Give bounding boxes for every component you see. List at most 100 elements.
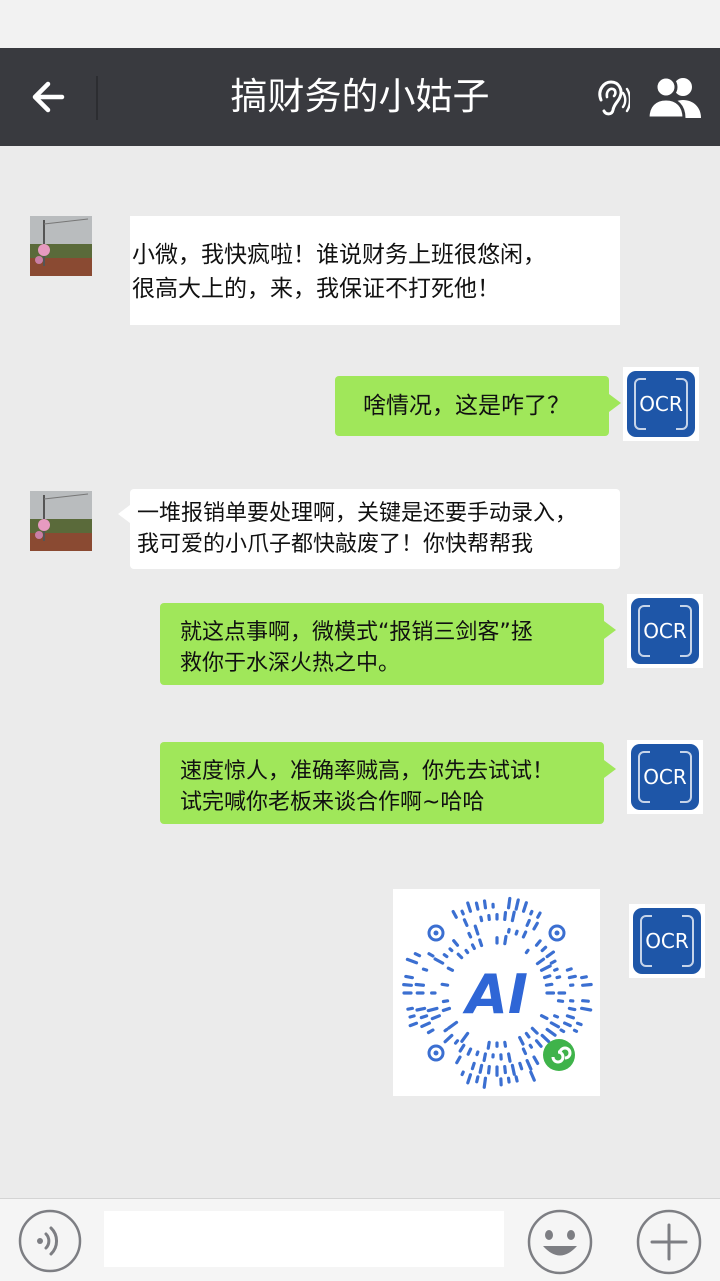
qr-code-dash	[526, 950, 528, 952]
message-text-line: 就这点事啊，微模式“报销三剑客”拯	[180, 617, 604, 648]
group-profile-icon	[646, 74, 704, 120]
title-bar: 搞财务的小姑子	[0, 48, 720, 146]
back-button[interactable]	[28, 76, 70, 118]
qr-code-dash	[410, 1016, 414, 1017]
ocr-avatar[interactable]: OCR	[623, 367, 699, 441]
qr-code-dash	[551, 1023, 558, 1027]
qr-code-dash	[574, 1030, 576, 1031]
qr-code-dash	[422, 1023, 430, 1026]
page-title: 搞财务的小姑子	[110, 48, 610, 146]
qr-code-dash	[429, 954, 433, 956]
qr-code-dash	[473, 945, 475, 948]
contact-avatar[interactable]	[30, 216, 92, 276]
ocr-logo-icon: OCR	[633, 908, 701, 974]
avatar-photo	[30, 491, 92, 551]
qr-code-dash	[505, 1042, 506, 1046]
emoji-button[interactable]	[527, 1209, 593, 1275]
qr-code-dash	[537, 959, 543, 963]
qr-code-dash	[545, 976, 550, 978]
qr-code-dash	[416, 985, 423, 986]
qr-code-dash	[582, 977, 587, 978]
qr-code-dash	[512, 1065, 514, 1074]
qr-code-dash	[524, 903, 527, 911]
qr-code-dash	[485, 901, 486, 908]
qr-code-dash	[509, 929, 510, 932]
qr-code-dash	[512, 912, 514, 920]
qr-code-dash	[569, 976, 575, 977]
qr-code-dash	[480, 940, 482, 945]
status-bar	[0, 0, 720, 48]
message-input[interactable]	[104, 1211, 504, 1267]
qr-code-dash	[547, 952, 553, 957]
qr-code-dash	[583, 985, 591, 986]
qr-code-dash	[404, 985, 412, 986]
ocr-avatar[interactable]: OCR	[627, 594, 703, 668]
qr-code-dash	[520, 1038, 523, 1044]
qr-code-dash	[481, 917, 482, 920]
qr-code-dash	[460, 1045, 464, 1051]
message-bubble[interactable]: 一堆报销单要处理啊，关键是还要手动录入， 我可爱的小爪子都快敲废了！你快帮帮我	[130, 489, 620, 569]
qr-code-dash	[462, 911, 463, 914]
message-bubble[interactable]: 小微，我快疯啦！谁说财务上班很悠闲， 很高大上的，来，我保证不打死他！	[130, 216, 620, 325]
qr-code-dash	[526, 1033, 529, 1036]
qr-code-dash	[516, 931, 517, 934]
ocr-logo-icon: OCR	[631, 744, 699, 810]
qr-code-dash	[458, 954, 461, 957]
qr-code-dash	[509, 1054, 510, 1061]
plus-icon	[636, 1209, 702, 1275]
qr-code-dash	[443, 1008, 449, 1010]
ocr-avatar[interactable]: OCR	[629, 904, 705, 978]
qr-code-dash	[565, 1023, 571, 1026]
qr-code-dash	[542, 947, 545, 950]
qr-code-dash	[559, 1001, 563, 1002]
more-button[interactable]	[636, 1209, 702, 1275]
message-bubble[interactable]: 啥情况，这是咋了？	[335, 376, 609, 436]
qr-code-dash	[489, 1067, 490, 1073]
ocr-avatar[interactable]: OCR	[627, 740, 703, 814]
qr-code-dash	[484, 1054, 485, 1061]
ocr-label: OCR	[631, 744, 699, 810]
qr-code-dash	[505, 936, 506, 943]
qr-code-dash	[477, 1077, 478, 1082]
qr-code-dash	[505, 1067, 506, 1073]
mini-program-code-image[interactable]: AI	[393, 889, 600, 1096]
qr-code-dash	[468, 1075, 471, 1083]
voice-button[interactable]	[18, 1209, 82, 1273]
qr-code-dash	[435, 959, 443, 963]
qr-code-dash	[428, 1008, 437, 1010]
qr-code-dash	[583, 1001, 589, 1002]
message-text-line: 很高大上的，来，我保证不打死他！	[132, 272, 620, 306]
earpiece-mode-button[interactable]	[594, 78, 630, 118]
message-text-line: 速度惊人，准确率贼高，你先去试试！	[180, 756, 604, 787]
qr-code-dash	[442, 984, 447, 985]
qr-code-dash	[509, 1078, 510, 1082]
qr-code-dash	[423, 969, 426, 970]
avatar-photo	[30, 216, 92, 276]
message-bubble[interactable]: 速度惊人，准确率贼高，你先去试试！ 试完喊你老板来谈合作啊~哈哈	[160, 742, 604, 824]
qr-code-dash	[475, 926, 478, 934]
ear-icon	[594, 78, 630, 118]
qr-code-dash	[421, 1016, 426, 1018]
qr-code-dash	[561, 1030, 564, 1031]
qr-code-dash	[582, 1008, 591, 1010]
qr-code-dash	[530, 1045, 531, 1047]
title-divider	[96, 76, 98, 120]
qr-code-dash	[523, 1049, 525, 1053]
qr-code-dash	[415, 954, 419, 956]
input-toolbar	[0, 1198, 720, 1281]
contact-avatar[interactable]	[30, 491, 92, 551]
ocr-logo-icon: OCR	[627, 371, 695, 437]
mini-program-qr-code: AI	[393, 889, 600, 1096]
ocr-label: OCR	[631, 598, 699, 664]
qr-code-dash	[567, 1016, 573, 1018]
qr-code-dash	[472, 1063, 474, 1068]
qr-code-dash	[453, 912, 456, 918]
qr-code-dash	[527, 921, 529, 926]
qr-code-dash	[531, 1072, 534, 1080]
chat-info-button[interactable]	[646, 74, 704, 120]
message-bubble[interactable]: 就这点事啊，微模式“报销三剑客”拯 救你于水深火热之中。	[160, 603, 604, 685]
qr-code-dash	[464, 920, 466, 926]
emoji-icon	[527, 1209, 593, 1275]
qr-code-dash	[468, 1049, 470, 1054]
qr-code-dash	[538, 913, 540, 917]
